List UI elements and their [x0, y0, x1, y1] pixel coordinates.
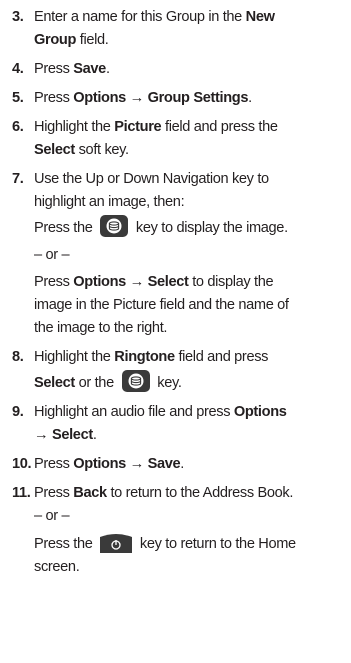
step-text: Use the Up or Down Navigation key to hig…	[34, 168, 343, 340]
step-number: 6.	[12, 119, 24, 135]
step-text: Press Options → Save.	[34, 456, 184, 472]
step-text: Press Save.	[34, 61, 110, 77]
or-separator: – or –	[34, 508, 70, 524]
step-9: 9. Highlight an audio file and press Opt…	[12, 401, 343, 447]
step-text: Highlight an audio file and press Option…	[34, 404, 287, 443]
step-6: 6. Highlight the Picture field and press…	[12, 116, 343, 162]
step-number: 9.	[12, 404, 24, 420]
step-text: Enter a name for this Group in the New G…	[34, 9, 275, 48]
ok-select-key-icon	[99, 214, 129, 238]
step-text: Press Options → Group Settings.	[34, 90, 252, 106]
step-3: 3. Enter a name for this Group in the Ne…	[12, 6, 343, 52]
step-11: 11. Press Back to return to the Address …	[12, 482, 343, 579]
step-text: Highlight the Ringtone field and press S…	[34, 349, 269, 393]
step-number: 5.	[12, 90, 24, 106]
step-10: 10. Press Options → Save.	[12, 453, 343, 476]
step-7: 7. Use the Up or Down Navigation key to …	[12, 168, 343, 340]
manual-page: 3. Enter a name for this Group in the Ne…	[0, 0, 351, 663]
step-number: 8.	[12, 349, 24, 365]
step-8: 8. Highlight the Ringtone field and pres…	[12, 346, 343, 395]
step-number: 4.	[12, 61, 24, 77]
step-text: Highlight the Picture field and press th…	[34, 119, 278, 158]
step-number: 3.	[12, 9, 24, 25]
ok-select-key-icon	[121, 369, 151, 393]
end-power-key-icon	[99, 532, 133, 554]
or-separator: – or –	[34, 247, 70, 263]
step-number: 7.	[12, 171, 24, 187]
step-4: 4. Press Save.	[12, 58, 343, 81]
step-5: 5. Press Options → Group Settings.	[12, 87, 343, 110]
step-number: 10.	[12, 456, 32, 472]
step-number: 11.	[12, 485, 31, 501]
step-text: Press Back to return to the Address Book…	[34, 482, 343, 579]
